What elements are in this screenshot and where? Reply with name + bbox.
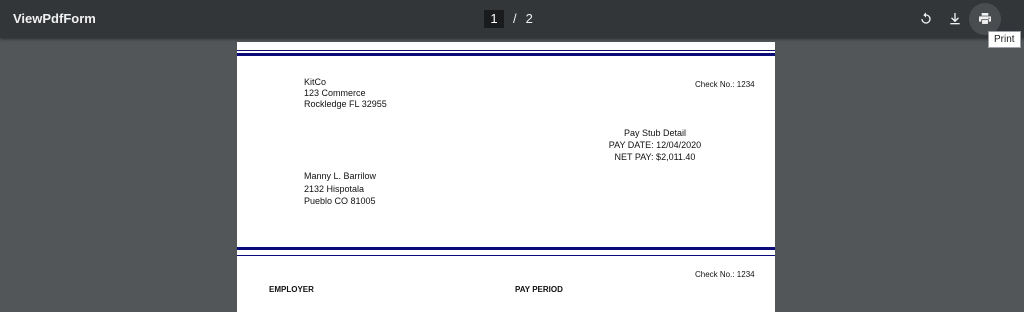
document-title: ViewPdfForm xyxy=(13,11,96,26)
rotate-icon xyxy=(921,12,931,24)
download-icon xyxy=(950,13,960,25)
company-address-line2: Rockledge FL 32955 xyxy=(304,99,387,109)
pdf-page-1-continued: Check No.: 1234 EMPLOYER PAY PERIOD xyxy=(237,252,775,312)
rotate-button[interactable] xyxy=(910,3,942,35)
pay-stub-title: Pay Stub Detail xyxy=(623,128,687,138)
print-tooltip: Print xyxy=(988,31,1021,48)
employee-name: Manny L. Barrilow xyxy=(304,171,377,181)
page-number-input[interactable]: 1 xyxy=(484,9,504,28)
top-band xyxy=(237,53,775,56)
net-pay: NET PAY: $2,011.40 xyxy=(614,152,696,162)
print-icon xyxy=(979,13,991,25)
check-number: Check No.: 1234 xyxy=(695,80,755,89)
pdf-page-1: KitCo 123 Commerce Rockledge FL 32955 Ch… xyxy=(237,42,775,252)
section-rule xyxy=(237,255,775,256)
pdf-toolbar: ViewPdfForm 1 / 2 xyxy=(0,0,1024,38)
employer-label: EMPLOYER xyxy=(269,285,314,294)
bottom-band xyxy=(237,247,775,250)
page-indicator: 1 / 2 xyxy=(484,9,533,28)
download-button[interactable] xyxy=(939,3,971,35)
page-total: 2 xyxy=(525,11,533,26)
employee-address-line1: 2132 Hispotala xyxy=(304,184,365,194)
page-separator: / xyxy=(513,11,517,26)
employee-address-line2: Pueblo CO 81005 xyxy=(304,196,376,206)
top-rule xyxy=(237,50,775,51)
pay-period-label: PAY PERIOD xyxy=(515,285,563,294)
pay-date: PAY DATE: 12/04/2020 xyxy=(608,140,702,150)
check-number-2: Check No.: 1234 xyxy=(695,270,755,279)
